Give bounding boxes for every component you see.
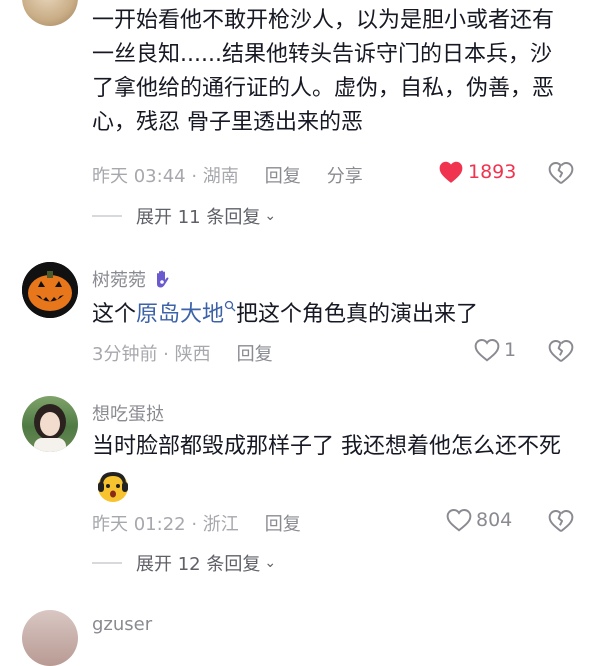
avatar[interactable] xyxy=(22,610,78,666)
heart-outline-icon xyxy=(474,339,500,362)
comment-time: 3分钟前 · 陕西 xyxy=(92,344,211,365)
reply-button[interactable]: 回复 xyxy=(265,510,301,536)
mention-link[interactable]: 原岛大地 xyxy=(136,300,236,327)
dislike-icon[interactable] xyxy=(548,160,574,186)
dislike-icon[interactable] xyxy=(548,338,574,364)
badge-hand-icon xyxy=(157,270,169,288)
divider-line xyxy=(92,215,122,217)
avatar[interactable] xyxy=(22,0,78,26)
comment-time: 昨天 03:44 · 湖南 xyxy=(92,166,239,187)
heart-outline-icon xyxy=(446,509,472,532)
like-count: 1 xyxy=(504,339,517,361)
comment-meta: 昨天 01:22 · 浙江 回复 xyxy=(92,510,301,536)
like-count: 804 xyxy=(476,509,513,531)
comment-text: 当时脸部都毁成那样子了 我还想着他怎么还不死 xyxy=(92,434,561,459)
comment-meta: 昨天 03:44 · 湖南 回复 分享 xyxy=(92,162,363,188)
avatar[interactable] xyxy=(22,396,78,452)
expand-replies-label: 展开 11 条回复 xyxy=(136,207,261,228)
divider-line xyxy=(92,562,122,564)
shocked-face-emoji-icon xyxy=(98,472,128,502)
reply-button[interactable]: 回复 xyxy=(265,162,301,188)
comment-text: 这个原岛大地 把这个角色真的演出来了 xyxy=(92,300,479,327)
comment-text: 一开始看他不敢开枪沙人，以为是胆小或者还有 一丝良知......结果他转头告诉守… xyxy=(92,8,555,135)
like-button[interactable]: 804 xyxy=(446,508,512,532)
like-button[interactable]: 1893 xyxy=(438,160,516,184)
expand-replies-button[interactable]: 展开 11 条回复 ⌄ xyxy=(92,203,276,229)
username[interactable]: 树菀菀 xyxy=(92,266,172,292)
like-button[interactable]: 1 xyxy=(474,338,516,362)
chevron-down-icon: ⌄ xyxy=(264,208,277,224)
reply-button[interactable]: 回复 xyxy=(237,340,273,366)
comment-time: 昨天 01:22 · 浙江 xyxy=(92,514,239,535)
dislike-icon[interactable] xyxy=(548,508,574,534)
chevron-down-icon: ⌄ xyxy=(264,555,277,571)
pumpkin-avatar-icon xyxy=(22,262,78,318)
like-count: 1893 xyxy=(468,161,517,183)
share-button[interactable]: 分享 xyxy=(327,162,363,188)
expand-replies-label: 展开 12 条回复 xyxy=(136,554,261,575)
search-icon xyxy=(224,300,236,312)
username[interactable]: gzuser xyxy=(92,614,152,635)
avatar[interactable] xyxy=(22,262,78,318)
heart-filled-icon xyxy=(439,161,463,183)
expand-replies-button[interactable]: 展开 12 条回复 ⌄ xyxy=(92,550,276,576)
comment-meta: 3分钟前 · 陕西 回复 xyxy=(92,340,273,366)
person-avatar-icon xyxy=(34,404,66,452)
username[interactable]: 想吃蛋挞 xyxy=(92,400,164,426)
